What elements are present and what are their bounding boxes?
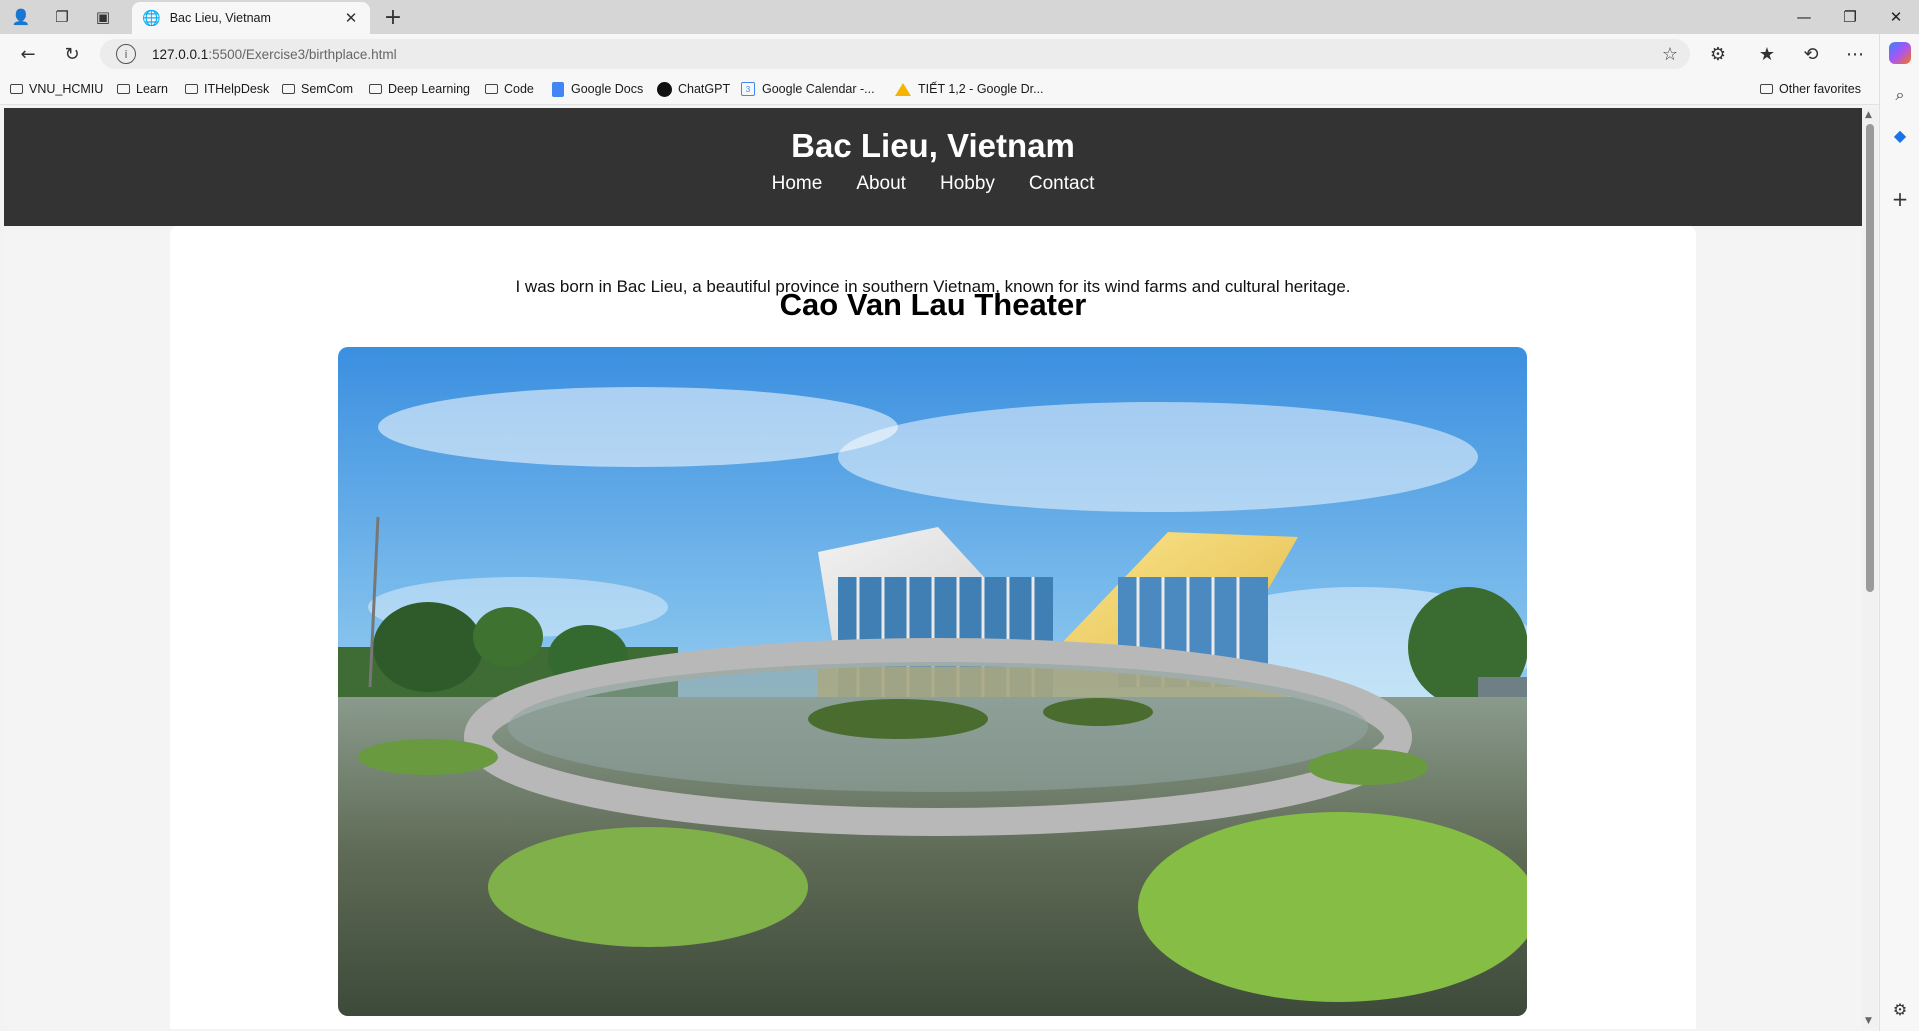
bookmark-label: Code bbox=[504, 82, 534, 96]
add-sidebar-app-icon[interactable]: + bbox=[1889, 187, 1911, 211]
bookmark-label: SemCom bbox=[301, 82, 354, 96]
url-path: :5500/Exercise3/birthplace.html bbox=[208, 46, 397, 62]
url-text: 127.0.0.1:5500/Exercise3/birthplace.html bbox=[152, 47, 397, 62]
favorite-star-icon[interactable]: ☆ bbox=[1662, 44, 1678, 65]
site-title: Bac Lieu, Vietnam bbox=[791, 127, 1075, 164]
bookmark-semcom[interactable]: SemCom bbox=[282, 80, 353, 98]
google-docs-icon bbox=[552, 81, 564, 97]
other-favorites[interactable]: Other favorites bbox=[1760, 80, 1861, 98]
content-card: I was born in Bac Lieu, a beautiful prov… bbox=[170, 226, 1696, 1029]
folder-icon bbox=[485, 84, 498, 94]
google-calendar-icon: 3 bbox=[741, 82, 755, 96]
bookmark-label: VNU_HCMIU bbox=[29, 82, 104, 96]
bookmark-label: Learn bbox=[136, 82, 168, 96]
scroll-down-icon[interactable]: ▼ bbox=[1865, 1016, 1872, 1026]
close-tab-icon[interactable]: ✕ bbox=[340, 9, 362, 27]
url-host: 127.0.0.1 bbox=[152, 46, 209, 62]
other-favorites-label: Other favorites bbox=[1779, 82, 1861, 96]
search-icon[interactable]: ⌕ bbox=[1889, 84, 1911, 106]
site-header: Bac Lieu, Vietnam Home About Hobby Conta… bbox=[4, 108, 1862, 226]
history-icon[interactable]: ⟲ bbox=[1797, 42, 1825, 66]
copilot-icon[interactable] bbox=[1889, 42, 1911, 64]
restore-icon[interactable]: ❐ bbox=[1827, 4, 1873, 30]
bookmark-deep-learning[interactable]: Deep Learning bbox=[369, 80, 470, 98]
profile-icon[interactable]: 👤 bbox=[8, 6, 34, 28]
bookmarks-bar: VNU_HCMIU Learn ITHelpDesk SemCom Deep L… bbox=[0, 74, 1919, 105]
vertical-tabs-icon[interactable]: ▣ bbox=[90, 6, 116, 28]
bookmark-google-drive[interactable]: TIẾT 1,2 - Google Dr... bbox=[895, 80, 1044, 98]
shopping-icon[interactable]: ◆ bbox=[1889, 124, 1911, 146]
bookmark-label: TIẾT 1,2 - Google Dr... bbox=[918, 82, 1044, 96]
back-icon[interactable]: ← bbox=[14, 42, 42, 66]
bookmark-label: Google Docs bbox=[571, 82, 644, 96]
bookmark-chatgpt[interactable]: ChatGPT bbox=[657, 80, 730, 98]
minimize-icon[interactable]: — bbox=[1781, 4, 1827, 30]
section-heading: Cao Van Lau Theater bbox=[779, 287, 1087, 322]
browser-tab-active[interactable]: 🌐 Bac Lieu, Vietnam ✕ bbox=[132, 2, 370, 34]
nav-hobby-link[interactable]: Hobby bbox=[940, 172, 995, 196]
globe-icon: 🌐 bbox=[142, 9, 161, 27]
close-window-icon[interactable]: ✕ bbox=[1873, 4, 1919, 30]
browser-toolbar: ← ↻ i 127.0.0.1:5500/Exercise3/birthplac… bbox=[0, 34, 1919, 74]
bookmark-google-docs[interactable]: Google Docs bbox=[552, 80, 643, 98]
sidebar-settings-icon[interactable]: ⚙ bbox=[1889, 998, 1911, 1020]
bookmark-google-calendar[interactable]: 3 Google Calendar -... bbox=[741, 80, 875, 98]
bookmark-ithelpdesk[interactable]: ITHelpDesk bbox=[185, 80, 269, 98]
chatgpt-icon bbox=[657, 81, 672, 97]
browser-tab-bar: 👤 ❐ ▣ 🌐 Bac Lieu, Vietnam ✕ + — ❐ ✕ bbox=[0, 0, 1919, 34]
new-tab-icon[interactable]: + bbox=[380, 5, 406, 30]
folder-icon bbox=[10, 84, 23, 94]
bookmark-label: Google Calendar -... bbox=[762, 82, 875, 96]
site-nav: Home About Hobby Contact bbox=[4, 172, 1862, 196]
folder-icon bbox=[1760, 84, 1773, 94]
bookmark-label: Deep Learning bbox=[388, 82, 471, 96]
scrollbar-thumb[interactable] bbox=[1866, 124, 1874, 592]
folder-icon bbox=[282, 84, 295, 94]
favorites-icon[interactable]: ★ bbox=[1753, 42, 1781, 66]
page-viewport: Bac Lieu, Vietnam Home About Hobby Conta… bbox=[4, 108, 1862, 1029]
bookmark-label: ITHelpDesk bbox=[204, 82, 270, 96]
tab-title: Bac Lieu, Vietnam bbox=[169, 11, 271, 25]
extensions-icon[interactable]: ⚙ bbox=[1704, 42, 1732, 66]
site-info-icon[interactable]: i bbox=[116, 44, 136, 64]
address-bar[interactable]: i 127.0.0.1:5500/Exercise3/birthplace.ht… bbox=[100, 39, 1690, 69]
theater-photo bbox=[338, 347, 1527, 1016]
nav-contact-link[interactable]: Contact bbox=[1029, 172, 1094, 196]
workspaces-icon[interactable]: ❐ bbox=[49, 6, 75, 28]
nav-about-link[interactable]: About bbox=[856, 172, 906, 196]
more-menu-icon[interactable]: ⋯ bbox=[1841, 42, 1869, 66]
edge-sidebar: ⌕ ◆ + ⚙ bbox=[1879, 34, 1919, 1031]
page-scrollbar[interactable]: ▲ ▼ bbox=[1862, 108, 1878, 1029]
scroll-up-icon[interactable]: ▲ bbox=[1865, 110, 1872, 120]
bookmark-learn[interactable]: Learn bbox=[117, 80, 168, 98]
refresh-icon[interactable]: ↻ bbox=[58, 42, 86, 66]
folder-icon bbox=[369, 84, 382, 94]
folder-icon bbox=[117, 84, 130, 94]
nav-home-link[interactable]: Home bbox=[772, 172, 823, 196]
bookmark-code[interactable]: Code bbox=[485, 80, 534, 98]
bookmark-label: ChatGPT bbox=[678, 82, 731, 96]
google-drive-icon bbox=[895, 82, 911, 96]
folder-icon bbox=[185, 84, 198, 94]
bookmark-vnu-hcmiu[interactable]: VNU_HCMIU bbox=[10, 80, 103, 98]
